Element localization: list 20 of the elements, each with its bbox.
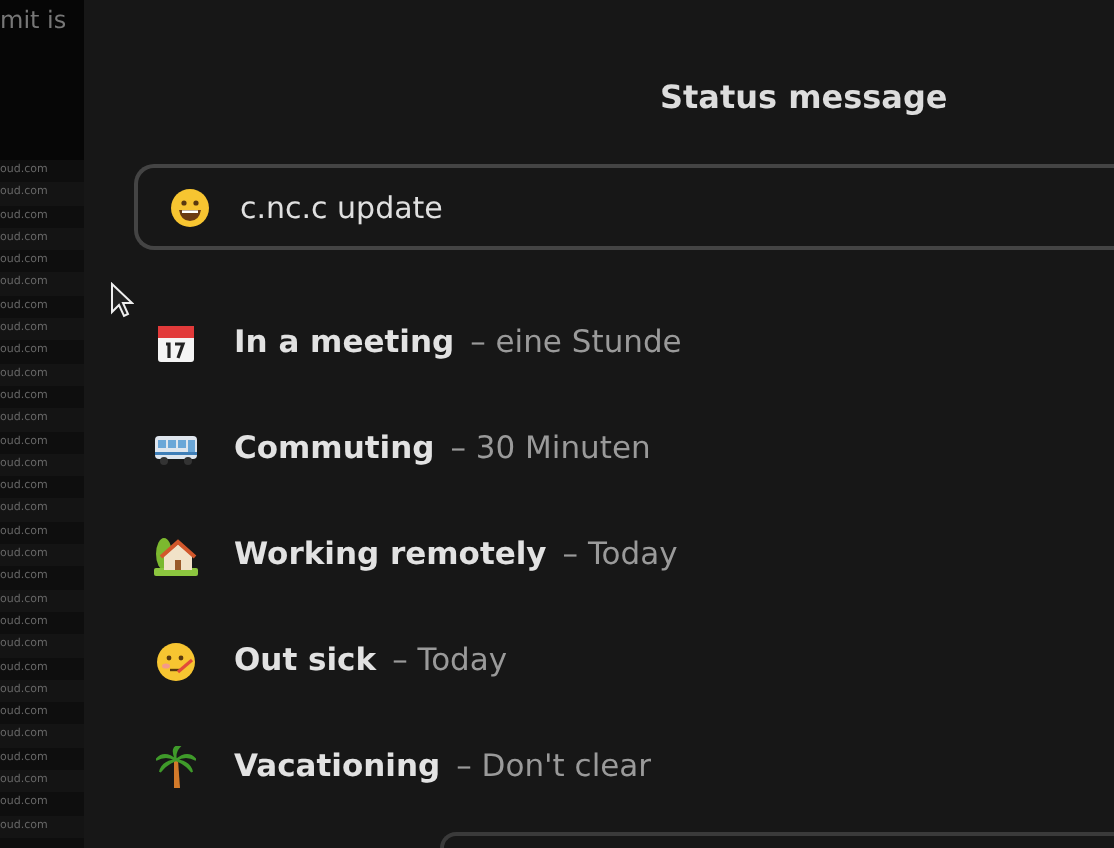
sick-face-icon <box>156 641 196 681</box>
calendar-icon <box>156 323 196 363</box>
preset-label[interactable]: In a meeting <box>234 319 455 367</box>
house-icon <box>154 535 198 575</box>
bus-icon <box>154 433 198 465</box>
smiley-icon[interactable] <box>170 187 210 227</box>
dialog-title: Status message <box>658 76 950 120</box>
preset-label[interactable]: Working remotely <box>234 531 547 579</box>
preset-duration: – Don't clear <box>456 745 652 788</box>
preset-label[interactable]: Vacationing <box>234 743 441 791</box>
backdrop-text: mit is <box>0 0 84 160</box>
preset-label[interactable]: Commuting <box>234 425 435 473</box>
mouse-pointer-icon <box>110 282 134 318</box>
preset-duration: – Today <box>562 533 678 576</box>
palm-tree-icon <box>156 745 196 789</box>
preset-duration: – Today <box>392 639 508 682</box>
preset-duration: – eine Stunde <box>470 321 682 364</box>
status-message-field[interactable]: c.nc.c update <box>134 164 1114 250</box>
preset-duration: – 30 Minuten <box>450 427 651 470</box>
preset-label[interactable]: Out sick <box>234 637 377 685</box>
